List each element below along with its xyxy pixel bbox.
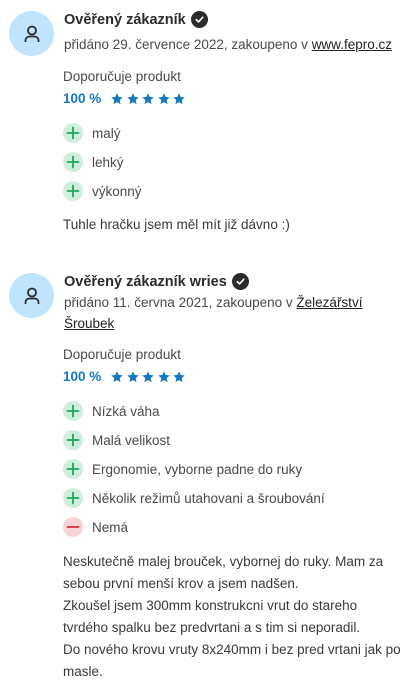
plus-icon [63, 123, 83, 143]
plus-icon [63, 401, 83, 421]
avatar [9, 11, 54, 56]
review-paragraph: Zkoušel jsem 300mm konstrukcni vrut do s… [63, 598, 361, 635]
star-rating [110, 370, 188, 384]
verified-check-icon [190, 11, 208, 28]
rating-row: 100 % [63, 91, 188, 106]
pro-text: Nízká váha [92, 403, 160, 419]
user-icon [24, 287, 39, 304]
plus-icon [63, 488, 83, 508]
author-name: Ověřený zákazník [64, 11, 186, 28]
shop-link[interactable]: www.fepro.cz [312, 37, 392, 52]
pro-item: Nízká váha [63, 401, 160, 421]
pro-text: Malá velikost [92, 432, 171, 448]
pro-text: výkonný [92, 183, 142, 199]
review-paragraph: Neskutečně malej brouček, vybornej do ru… [63, 554, 384, 591]
pro-text: lehký [92, 154, 124, 170]
review-meta: přidáno 11. června 2021, zakoupeno v Žel… [64, 292, 404, 334]
pro-text: Několik režimů utahovani a šroubování [92, 490, 325, 506]
review-paragraph: Do nového krovu vruty 8x240mm i bez pred… [63, 642, 401, 679]
pro-item: Ergonomie, vyborne padne do ruky [63, 459, 302, 479]
pro-item: Několik režimů utahovani a šroubování [63, 488, 325, 508]
rating-percent: 100 % [63, 369, 102, 384]
plus-icon [63, 152, 83, 172]
review-date: přidáno 11. června 2021, zakoupeno v [64, 295, 297, 310]
star-icon [172, 370, 186, 384]
rating-row: 100 % [63, 369, 188, 384]
star-icon [157, 370, 171, 384]
con-item: Nemá [63, 517, 128, 537]
pro-text: Ergonomie, vyborne padne do ruky [92, 461, 303, 477]
user-icon [24, 25, 39, 42]
pro-item: lehký [63, 152, 124, 172]
star-icon [110, 370, 124, 384]
review-paragraph: Tuhle hračku jsem měl mít již dávno :) [63, 217, 290, 232]
plus-icon [63, 430, 83, 450]
pro-text: malý [92, 125, 121, 141]
star-icon [172, 92, 186, 106]
rating-percent: 100 % [63, 91, 102, 106]
plus-icon [63, 181, 83, 201]
star-rating [110, 92, 188, 106]
star-icon [126, 370, 140, 384]
star-icon [141, 370, 155, 384]
avatar [9, 273, 54, 318]
author-name: Ověřený zákazník wries [64, 273, 227, 290]
star-icon [126, 92, 140, 106]
review-text: Neskutečně malej brouček, vybornej do ru… [63, 551, 403, 683]
pro-item: výkonný [63, 181, 142, 201]
review-text: Tuhle hračku jsem měl mít již dávno :) [63, 214, 403, 236]
star-icon [141, 92, 155, 106]
plus-icon [63, 459, 83, 479]
star-icon [157, 92, 171, 106]
pro-item: Malá velikost [63, 430, 170, 450]
con-text: Nemá [92, 519, 129, 535]
recommend-label: Doporučuje produkt [63, 69, 181, 84]
minus-icon [63, 517, 83, 537]
pro-item: malý [63, 123, 121, 143]
review-meta: přidáno 29. července 2022, zakoupeno v w… [64, 34, 392, 55]
recommend-label: Doporučuje produkt [63, 347, 181, 362]
verified-check-icon [231, 273, 249, 290]
author-row: Ověřený zákazník wries [64, 273, 249, 290]
review-date: přidáno 29. července 2022, zakoupeno v [64, 37, 312, 52]
author-row: Ověřený zákazník [64, 11, 208, 28]
star-icon [110, 92, 124, 106]
